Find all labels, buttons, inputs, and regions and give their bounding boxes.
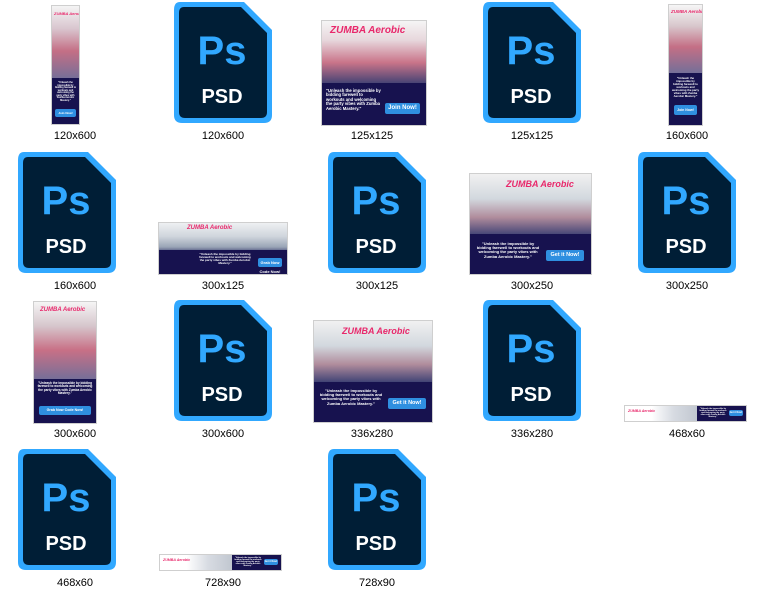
ps-glyph: Ps xyxy=(507,327,556,371)
banner-cta: Grab Now Code Now! xyxy=(39,406,91,415)
banner-copy: "Unleash the impossible by bidding farew… xyxy=(199,252,251,266)
banner-copy: "Unleash the impossible by bidding farew… xyxy=(234,557,262,568)
banner-logo: ZUMBA Aerobic xyxy=(40,307,86,313)
banner-thumbnail-468x60: ZUMBA Aerobic "Unleash the impossible by… xyxy=(625,406,746,421)
psd-glyph: PSD xyxy=(201,384,242,406)
banner-logo: ZUMBA Aerobic xyxy=(506,179,574,189)
psd-glyph: PSD xyxy=(45,533,86,555)
file-label: 300x250 xyxy=(665,280,709,292)
ps-glyph: Ps xyxy=(352,179,401,223)
file-label: 468x60 xyxy=(668,428,706,440)
file-item-468x60-image[interactable]: ZUMBA Aerobic "Unleash the impossible by… xyxy=(612,298,762,448)
file-label: 336x280 xyxy=(510,428,554,440)
file-item-300x125-psd[interactable]: Ps PSD 300x125 xyxy=(302,150,452,300)
file-label: 300x600 xyxy=(53,428,97,440)
banner-thumbnail-125x125: ZUMBA Aerobic "Unleash the impossible by… xyxy=(322,21,426,125)
banner-copy: "Unleash the impossible by bidding farew… xyxy=(326,88,381,111)
banner-logo: ZUMBA Aerobic xyxy=(54,11,79,16)
banner-cta: Join Now! xyxy=(55,109,76,117)
banner-cta: Join Now! xyxy=(674,105,697,115)
photoshop-file-icon: Ps PSD xyxy=(483,2,581,123)
banner-copy: "Unleash the impossible by bidding farew… xyxy=(37,381,93,396)
banner-logo: ZUMBA Aerobic xyxy=(187,225,233,231)
file-item-160x600-image[interactable]: ZUMBA Aerobic "Unleash the impossible by… xyxy=(612,0,762,150)
photoshop-file-icon: Ps PSD xyxy=(174,300,272,421)
file-label: 728x90 xyxy=(204,577,242,589)
psd-glyph: PSD xyxy=(45,236,86,258)
file-item-300x600-image[interactable]: ZUMBA Aerobic "Unleash the impossible by… xyxy=(0,298,150,448)
banner-logo: ZUMBA Aerobic xyxy=(163,558,191,562)
psd-glyph: PSD xyxy=(510,86,551,108)
photoshop-file-icon: Ps PSD xyxy=(174,2,272,123)
file-label: 300x125 xyxy=(355,280,399,292)
banner-thumbnail-336x280: ZUMBA Aerobic "Unleash the impossible by… xyxy=(314,321,432,422)
banner-logo: ZUMBA Aerobic xyxy=(342,326,410,336)
banner-cta: Get it Now! xyxy=(546,250,584,261)
ps-glyph: Ps xyxy=(352,476,401,520)
banner-copy: "Unleash the impossible by bidding farew… xyxy=(699,408,727,419)
banner-logo: ZUMBA Aerobic xyxy=(628,409,656,413)
file-label: 160x600 xyxy=(53,280,97,292)
file-item-468x60-psd[interactable]: Ps PSD 468x60 xyxy=(0,447,150,597)
banner-logo: ZUMBA Aerobic xyxy=(671,9,702,14)
file-label: 300x600 xyxy=(201,428,245,440)
photoshop-file-icon: Ps PSD xyxy=(638,152,736,273)
file-label: 336x280 xyxy=(350,428,394,440)
banner-cta: Join Now! xyxy=(385,103,420,114)
photoshop-file-icon: Ps PSD xyxy=(483,300,581,421)
banner-cta: Get it Now! xyxy=(388,398,426,409)
banner-copy: "Unleash the impossible by bidding farew… xyxy=(319,388,383,406)
banner-logo: ZUMBA Aerobic xyxy=(330,25,406,36)
photoshop-file-icon: Ps PSD xyxy=(18,152,116,273)
banner-cta: Get it Now! xyxy=(264,559,278,565)
banner-copy: "Unleash the impossible by bidding farew… xyxy=(476,241,540,259)
photoshop-file-icon: Ps PSD xyxy=(18,449,116,570)
psd-glyph: PSD xyxy=(355,236,396,258)
file-item-125x125-psd[interactable]: Ps PSD 125x125 xyxy=(457,0,607,150)
file-item-120x600-psd[interactable]: Ps PSD 120x600 xyxy=(148,0,298,150)
file-item-300x250-image[interactable]: ZUMBA Aerobic "Unleash the impossible by… xyxy=(457,150,607,300)
ps-glyph: Ps xyxy=(198,327,247,371)
file-item-728x90-image[interactable]: ZUMBA Aerobic "Unleash the impossible by… xyxy=(148,447,298,597)
ps-glyph: Ps xyxy=(42,179,91,223)
banner-thumbnail-300x250: ZUMBA Aerobic "Unleash the impossible by… xyxy=(470,174,591,274)
psd-glyph: PSD xyxy=(510,384,551,406)
ps-glyph: Ps xyxy=(662,179,711,223)
banner-cta: Get it Now! xyxy=(729,410,743,416)
file-item-120x600-image[interactable]: ZUMBA Aerobic "Unleash the impossible by… xyxy=(0,0,150,150)
banner-thumbnail-728x90: ZUMBA Aerobic "Unleash the impossible by… xyxy=(160,555,281,570)
banner-copy: "Unleash the impossible by bidding farew… xyxy=(54,81,77,102)
psd-glyph: PSD xyxy=(201,86,242,108)
psd-glyph: PSD xyxy=(355,533,396,555)
file-item-728x90-psd[interactable]: Ps PSD 728x90 xyxy=(302,447,452,597)
photoshop-file-icon: Ps PSD xyxy=(328,152,426,273)
file-item-160x600-psd[interactable]: Ps PSD 160x600 xyxy=(0,150,150,300)
file-label: 125x125 xyxy=(510,130,554,142)
file-item-336x280-psd[interactable]: Ps PSD 336x280 xyxy=(457,298,607,448)
file-item-300x250-psd[interactable]: Ps PSD 300x250 xyxy=(612,150,762,300)
file-label: 120x600 xyxy=(201,130,245,142)
file-label: 300x125 xyxy=(201,280,245,292)
banner-copy: "Unleash the impossible by bidding farew… xyxy=(671,76,700,98)
ps-glyph: Ps xyxy=(507,29,556,73)
file-label: 728x90 xyxy=(358,577,396,589)
psd-glyph: PSD xyxy=(665,236,706,258)
file-item-125x125-image[interactable]: ZUMBA Aerobic "Unleash the impossible by… xyxy=(297,0,447,150)
banner-thumbnail-300x600: ZUMBA Aerobic "Unleash the impossible by… xyxy=(34,302,96,423)
file-label: 160x600 xyxy=(665,130,709,142)
photoshop-file-icon: Ps PSD xyxy=(328,449,426,570)
banner-cta: Grab Now Code Now! xyxy=(258,258,282,274)
file-item-300x600-psd[interactable]: Ps PSD 300x600 xyxy=(148,298,298,448)
file-label: 125x125 xyxy=(350,130,394,142)
banner-thumbnail-300x125: ZUMBA Aerobic "Unleash the impossible by… xyxy=(159,223,287,274)
banner-thumbnail-160x600: ZUMBA Aerobic "Unleash the impossible by… xyxy=(669,5,702,125)
ps-glyph: Ps xyxy=(198,29,247,73)
file-label: 120x600 xyxy=(53,130,97,142)
ps-glyph: Ps xyxy=(42,476,91,520)
banner-thumbnail-120x600: ZUMBA Aerobic "Unleash the impossible by… xyxy=(52,6,79,124)
file-label: 468x60 xyxy=(56,577,94,589)
file-label: 300x250 xyxy=(510,280,554,292)
file-item-336x280-image[interactable]: ZUMBA Aerobic "Unleash the impossible by… xyxy=(297,298,447,448)
file-item-300x125-image[interactable]: ZUMBA Aerobic "Unleash the impossible by… xyxy=(148,150,298,300)
